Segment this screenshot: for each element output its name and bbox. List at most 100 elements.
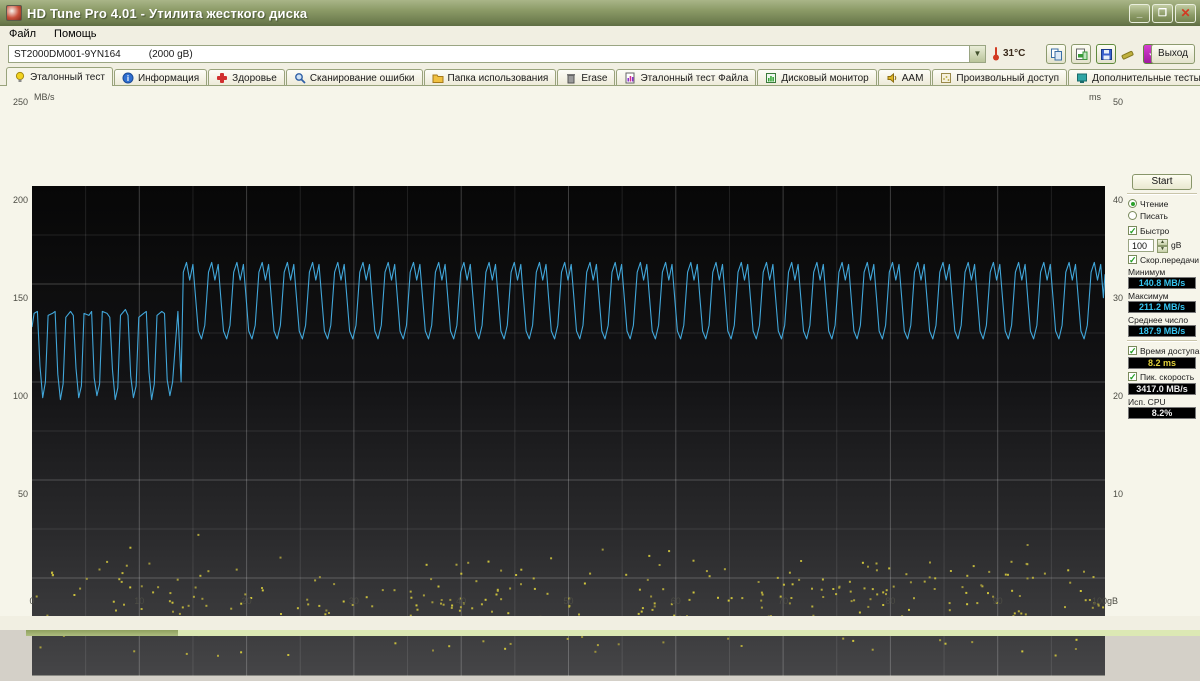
fast-checkbox-row[interactable]: ✓ Быстро [1128, 225, 1196, 236]
window-bottom-frame [0, 616, 1200, 630]
tab-random-access[interactable]: Произвольный доступ [932, 69, 1068, 86]
write-radio[interactable] [1128, 211, 1137, 220]
copy-image-icon[interactable] [1071, 44, 1091, 64]
drive-selector[interactable]: ST2000DM001-9YN164 (2000 gB) ▼ [8, 45, 986, 63]
read-radio[interactable] [1128, 199, 1137, 208]
y-left-tick: 150 [12, 293, 28, 303]
tab-label: Эталонный тест Файла [640, 72, 749, 84]
transfer-checkbox-row[interactable]: ✓ Скор.передачи [1128, 254, 1200, 265]
menu-help[interactable]: Помощь [45, 27, 106, 41]
extra-tests-icon [1076, 72, 1088, 84]
access-time-checkbox[interactable]: ✓ [1128, 346, 1137, 356]
x-tick: 80 [885, 596, 896, 606]
file-benchmark-icon [624, 72, 636, 84]
tab-disk-monitor[interactable]: Дисковый монитор [757, 69, 877, 86]
tab-label: Дисковый монитор [781, 72, 869, 84]
max-label: Максимум [1128, 291, 1169, 301]
menu-file[interactable]: Файл [0, 27, 45, 41]
folder-icon [432, 72, 444, 84]
y-right-unit: ms [1089, 92, 1101, 102]
read-radio-row[interactable]: Чтение [1128, 198, 1196, 209]
access-checkbox-row[interactable]: ✓ Время доступа [1128, 345, 1200, 356]
x-tick: 70 [778, 596, 789, 606]
y-left-tick: 50 [17, 489, 28, 499]
write-radio-row[interactable]: Писать [1128, 210, 1196, 221]
tab-magnifier[interactable]: Сканирование ошибки [285, 69, 423, 86]
burst-checkbox-row[interactable]: ✓ Пик. скорость [1128, 371, 1196, 382]
tab-label: Информация [137, 72, 200, 84]
tab-folder[interactable]: Папка использования [423, 69, 557, 86]
magnifier-icon [294, 72, 306, 84]
benchmark-page: 250 200 150 100 50 50 40 30 20 10 0 10 20 30 40 50 60 70 8… [0, 85, 1200, 676]
access-time-label: Время доступа [1140, 345, 1200, 356]
transfer-checkbox[interactable]: ✓ [1128, 255, 1137, 265]
brush-icon[interactable] [1118, 44, 1138, 64]
thermometer-icon [993, 47, 999, 61]
cpu-label: Исп. CPU [1128, 397, 1166, 407]
exit-button[interactable]: Выход [1151, 44, 1195, 64]
toolbar: ST2000DM001-9YN164 (2000 gB) ▼ 31°C Выхо… [0, 42, 1200, 66]
info-icon: i [122, 72, 134, 84]
y-left-tick: 250 [12, 97, 28, 107]
tab-bulb[interactable]: Эталонный тест [6, 67, 113, 86]
tab-info[interactable]: i Информация [113, 69, 208, 86]
access-time-value: 8.2 ms [1128, 357, 1196, 369]
burst-checkbox[interactable]: ✓ [1128, 372, 1137, 382]
title-bar: HD Tune Pro 4.01 - Утилита жесткого диск… [0, 0, 1200, 26]
max-value: 211.2 MB/s [1128, 301, 1196, 313]
random-access-icon [940, 72, 952, 84]
x-tick: 30 [348, 596, 359, 606]
window-bottom-edge [0, 630, 1200, 636]
y-left-tick: 200 [12, 195, 28, 205]
drive-capacity: (2000 gB) [148, 48, 193, 60]
tab-label: Дополнительные тесты [1092, 72, 1200, 84]
burst-label: Пик. скорость [1140, 371, 1195, 382]
cpu-value: 8.2% [1128, 407, 1196, 419]
app-icon [6, 5, 22, 21]
x-tick: 60 [670, 596, 681, 606]
transfer-checkbox-label: Скор.передачи [1140, 254, 1200, 265]
temperature-indicator: 31°C [992, 46, 1025, 61]
restore-button[interactable]: ❐ [1152, 3, 1173, 23]
tab-health-cross[interactable]: Здоровье [208, 69, 285, 86]
tab-speaker[interactable]: AAM [877, 69, 932, 86]
tab-file-benchmark[interactable]: Эталонный тест Файла [616, 69, 757, 86]
tab-extra-tests[interactable]: Дополнительные тесты [1068, 69, 1200, 86]
test-size-unit: gB [1171, 240, 1182, 250]
x-tick: 90 [992, 596, 1003, 606]
min-label: Минимум [1128, 267, 1166, 277]
copy-pages-icon[interactable] [1046, 44, 1066, 64]
trash-icon [565, 72, 577, 84]
tab-strip: Эталонный тест i Информация Здоровье Сканиро… [0, 66, 1200, 86]
y-left-tick: 100 [12, 391, 28, 401]
y-right-tick: 50 [1113, 97, 1124, 107]
test-size-input[interactable]: 100 [1128, 238, 1154, 252]
close-button[interactable]: ✕ [1175, 3, 1196, 23]
tab-label: AAM [901, 72, 924, 84]
test-size-stepper[interactable]: ▲ ▼ [1157, 238, 1168, 253]
y-left-unit: MB/s [34, 92, 55, 102]
minimize-button[interactable]: _ [1129, 3, 1150, 23]
min-value: 140.8 MB/s [1128, 277, 1196, 289]
health-cross-icon [216, 72, 228, 84]
menu-bar: Файл Помощь [0, 26, 1200, 42]
drive-name: ST2000DM001-9YN164 [14, 48, 121, 60]
save-icon[interactable] [1096, 44, 1116, 64]
read-radio-label: Чтение [1140, 198, 1169, 209]
window-title: HD Tune Pro 4.01 - Утилита жесткого диск… [27, 5, 308, 21]
x-tick: 10 [134, 596, 145, 606]
x-tick: 40 [456, 596, 467, 606]
fast-checkbox-label: Быстро [1140, 225, 1170, 236]
burst-value: 3417.0 MB/s [1128, 383, 1196, 395]
speaker-icon [886, 72, 898, 84]
benchmark-control-panel: Start Чтение Писать ✓ Быстро 100 ▲ ▼ gB ✓ [1126, 174, 1200, 419]
svg-text:i: i [127, 74, 129, 83]
fast-checkbox[interactable]: ✓ [1128, 226, 1137, 236]
start-button[interactable]: Start [1132, 174, 1192, 190]
avg-value: 187.9 MB/s [1128, 325, 1196, 337]
tab-label: Папка использования [447, 72, 549, 84]
y-right-tick: 10 [1113, 489, 1124, 499]
write-radio-label: Писать [1140, 210, 1168, 221]
chevron-down-icon[interactable]: ▼ [969, 46, 985, 62]
tab-trash[interactable]: Erase [557, 69, 616, 86]
